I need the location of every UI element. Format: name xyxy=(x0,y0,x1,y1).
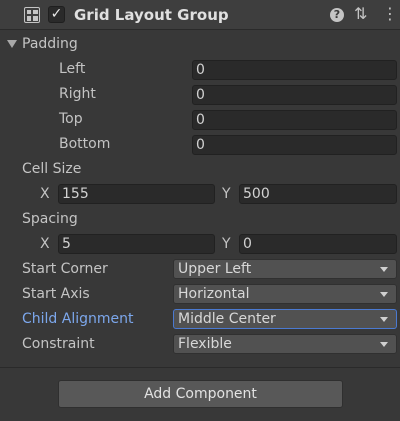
chevron-down-icon xyxy=(380,342,388,347)
add-component-button[interactable]: Add Component xyxy=(58,380,343,408)
component-enabled-checkbox[interactable]: ✓ xyxy=(48,6,65,23)
child-alignment-label: Child Alignment xyxy=(22,311,134,327)
padding-right-label: Right xyxy=(59,86,96,102)
padding-left-field[interactable]: 0 xyxy=(192,60,397,80)
presets-icon[interactable]: ⇅ xyxy=(354,5,367,23)
padding-top-label: Top xyxy=(59,111,83,127)
padding-bottom-field[interactable]: 0 xyxy=(192,135,397,155)
padding-right-field[interactable]: 0 xyxy=(192,85,397,105)
start-axis-label: Start Axis xyxy=(22,286,90,302)
start-axis-value: Horizontal xyxy=(178,286,250,302)
child-alignment-dropdown[interactable]: Middle Center xyxy=(173,309,397,329)
cell-size-label: Cell Size xyxy=(22,161,82,177)
cell-size-x-field[interactable]: 155 xyxy=(58,184,215,204)
spacing-x-label[interactable]: X xyxy=(40,236,50,252)
padding-left-label: Left xyxy=(59,61,86,77)
spacing-y-field[interactable]: 0 xyxy=(239,234,397,254)
spacing-label: Spacing xyxy=(22,211,78,227)
chevron-down-icon xyxy=(380,292,388,297)
help-icon[interactable]: ? xyxy=(330,8,344,22)
start-axis-dropdown[interactable]: Horizontal xyxy=(173,284,397,304)
constraint-label: Constraint xyxy=(22,336,95,352)
cell-size-x-label[interactable]: X xyxy=(40,186,50,202)
chevron-down-icon xyxy=(380,317,388,322)
start-corner-value: Upper Left xyxy=(178,261,252,277)
padding-label[interactable]: Padding xyxy=(22,36,78,52)
start-corner-label: Start Corner xyxy=(22,261,108,277)
cell-size-y-label[interactable]: Y xyxy=(222,186,231,202)
spacing-y-label[interactable]: Y xyxy=(222,236,231,252)
child-alignment-value: Middle Center xyxy=(178,311,276,327)
spacing-x-field[interactable]: 5 xyxy=(58,234,215,254)
start-corner-dropdown[interactable]: Upper Left xyxy=(173,259,397,279)
context-menu-icon[interactable]: ⋮ xyxy=(382,5,398,23)
component-header[interactable]: ✓ Grid Layout Group ? ⇅ ⋮ xyxy=(0,0,400,30)
cell-size-y-field[interactable]: 500 xyxy=(239,184,397,204)
constraint-value: Flexible xyxy=(178,336,232,352)
padding-bottom-label: Bottom xyxy=(59,136,111,152)
padding-foldout-arrow-icon[interactable] xyxy=(7,40,17,48)
chevron-down-icon xyxy=(380,267,388,272)
section-divider xyxy=(0,367,400,368)
padding-top-field[interactable]: 0 xyxy=(192,110,397,130)
constraint-dropdown[interactable]: Flexible xyxy=(173,334,397,354)
component-title: Grid Layout Group xyxy=(74,6,229,24)
grid-layout-icon xyxy=(24,7,40,23)
